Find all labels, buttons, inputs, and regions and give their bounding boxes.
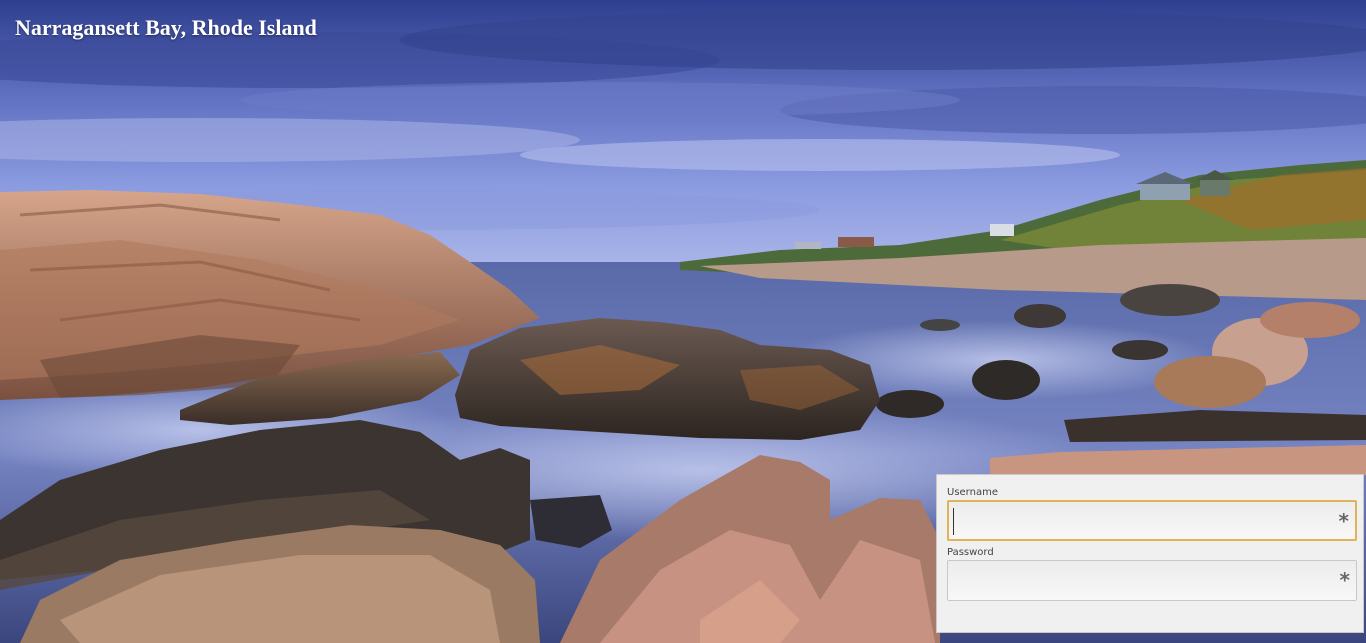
username-field-box[interactable]: * [947, 500, 1357, 541]
username-label: Username [947, 487, 998, 498]
asterisk-icon: * [1339, 568, 1350, 592]
login-form: Username * Password * [936, 474, 1364, 633]
password-label: Password [947, 547, 994, 558]
password-field-box[interactable]: * [947, 560, 1357, 601]
username-input[interactable] [949, 502, 1329, 539]
password-input[interactable] [948, 561, 1328, 600]
photo-caption: Narragansett Bay, Rhode Island [15, 15, 317, 40]
asterisk-icon: * [1338, 509, 1349, 533]
